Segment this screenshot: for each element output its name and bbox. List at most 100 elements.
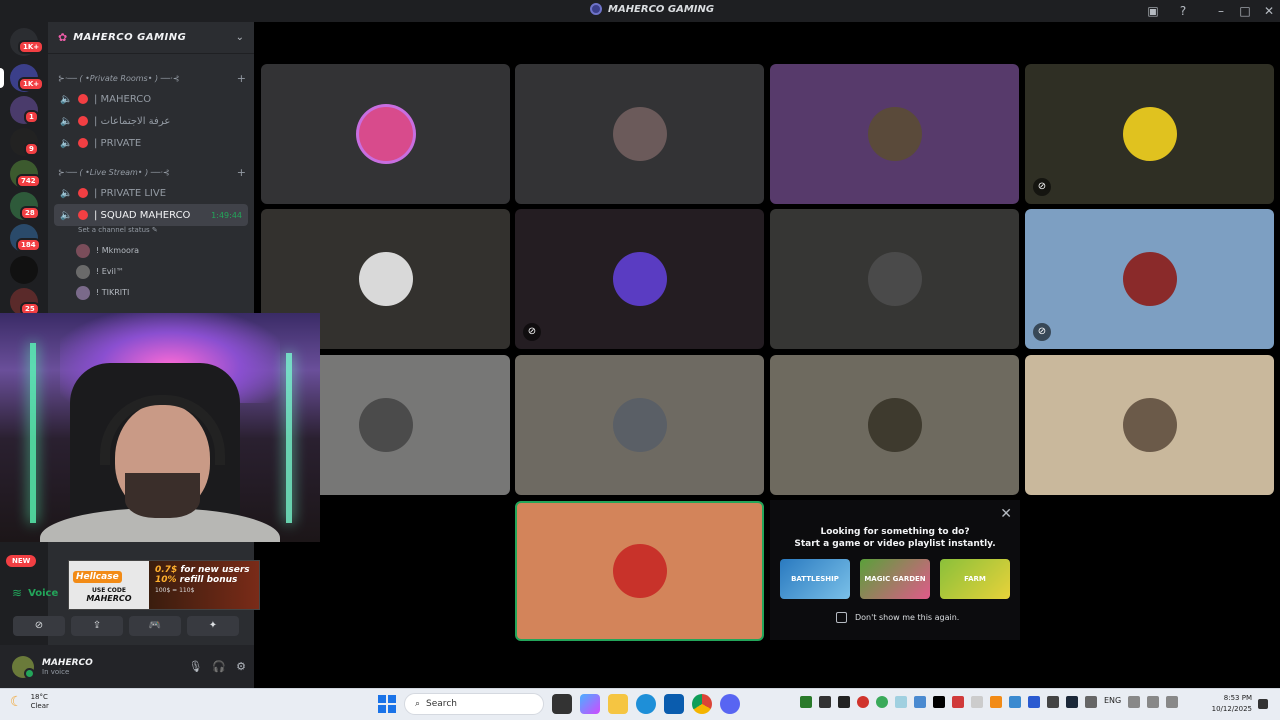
signal-icon[interactable]: ≋ — [12, 586, 22, 600]
channel-item-active[interactable]: 🔈 | SQUAD MAHERCO 1:49:44 — [54, 204, 248, 226]
tray-icon[interactable] — [914, 696, 926, 708]
video-tile[interactable]: ⊘ — [1025, 209, 1274, 349]
close-window-button[interactable]: ✕ — [1261, 3, 1277, 19]
guild-header[interactable]: ✿ MAHERCO GAMING ⌄ — [48, 22, 254, 54]
game-card[interactable]: FARM — [940, 559, 1010, 599]
user-controls: 🎙 🎧 ⚙ — [188, 660, 246, 673]
avatar — [612, 107, 667, 161]
tray-icon[interactable] — [819, 696, 831, 708]
edge-icon[interactable] — [636, 694, 656, 714]
tray-icon[interactable] — [895, 696, 907, 708]
game-card[interactable]: BATTLESHIP — [780, 559, 850, 599]
new-badge: NEW — [6, 555, 37, 567]
notification-icon[interactable] — [1258, 699, 1268, 709]
video-tile[interactable]: ⊘ — [1025, 64, 1274, 204]
tray-icon[interactable] — [952, 696, 964, 708]
chevron-down-icon[interactable]: ⌄ — [236, 32, 244, 43]
minimize-button[interactable]: – — [1213, 3, 1229, 19]
activity-button[interactable]: 🎮 — [129, 616, 181, 636]
server-item[interactable] — [10, 256, 38, 284]
category-label: ⊱·── ( •Live Stream• ) ──·⊰ — [58, 167, 170, 177]
display-icon[interactable] — [1128, 696, 1141, 708]
clock[interactable]: 8:53 PM 10/12/2025 — [1204, 693, 1252, 715]
channel-item[interactable]: 🔈 | عرفة الاجتماعات — [54, 110, 248, 132]
voice-user-name: ! TIKRITI — [96, 288, 130, 297]
tray-icon[interactable] — [838, 696, 850, 708]
tray-icon[interactable] — [990, 696, 1002, 708]
tray-icon[interactable] — [857, 696, 869, 708]
task-view-icon[interactable] — [552, 694, 572, 714]
add-channel-icon[interactable]: + — [237, 166, 246, 179]
copilot-icon[interactable] — [580, 694, 600, 714]
hellcase-ad: Hellcase USE CODE MAHERCO 0.7$ for new u… — [68, 560, 260, 610]
channel-label: | PRIVATE — [94, 137, 142, 149]
video-tile[interactable] — [1025, 355, 1274, 495]
volume-icon[interactable] — [1166, 696, 1179, 708]
avatar — [867, 252, 922, 306]
soundboard-button[interactable]: ✦ — [187, 616, 239, 636]
checkbox[interactable] — [836, 612, 847, 623]
language-indicator[interactable]: ENG — [1104, 696, 1121, 708]
close-icon[interactable]: ✕ — [1000, 506, 1012, 522]
bluetooth-icon[interactable] — [1028, 696, 1040, 708]
video-tile[interactable] — [770, 209, 1019, 349]
inbox-icon[interactable]: ▣ — [1145, 3, 1161, 19]
video-tile[interactable] — [261, 64, 510, 204]
voice-controls: ⊘ ⇪ 🎮 ✦ — [13, 616, 239, 636]
rail-badge: 28 — [20, 206, 40, 220]
camera-off-button[interactable]: ⊘ — [13, 616, 65, 636]
mic-icon[interactable] — [1085, 696, 1097, 708]
headphones-icon[interactable]: 🎧 — [212, 660, 226, 673]
tray-icon[interactable] — [933, 696, 945, 708]
mic-off-icon: ⊘ — [1033, 323, 1051, 341]
file-explorer-icon[interactable] — [608, 694, 628, 714]
tray-icon[interactable] — [971, 696, 983, 708]
mic-icon[interactable]: 🎙 — [188, 660, 202, 673]
windows-start-icon[interactable] — [378, 695, 396, 713]
search-icon: ⌕ — [415, 699, 421, 709]
voice-user[interactable]: ! TIKRITI — [48, 282, 254, 303]
channel-item[interactable]: 🔈 | MAHERCO — [54, 88, 248, 110]
gear-icon[interactable]: ⚙ — [236, 660, 246, 673]
user-bar: MAHERCO In voice 🎙 🎧 ⚙ — [0, 645, 254, 688]
chrome-icon[interactable] — [692, 694, 712, 714]
category-live-stream[interactable]: ⊱·── ( •Live Stream• ) ──·⊰ + — [48, 162, 254, 182]
voice-user-name: ! Evil™ — [96, 267, 124, 276]
discord-icon[interactable] — [720, 694, 740, 714]
game-card[interactable]: MAGIC GARDEN — [860, 559, 930, 599]
steam-icon[interactable] — [1066, 696, 1078, 708]
tray-icon[interactable] — [1047, 696, 1059, 708]
user-info[interactable]: MAHERCO In voice — [42, 658, 93, 676]
tray-icon[interactable] — [1009, 696, 1021, 708]
add-channel-icon[interactable]: + — [237, 72, 246, 85]
weather-widget[interactable]: ☾ 18°C Clear — [10, 693, 49, 711]
ad-line2: 10% refill bonus — [155, 575, 238, 585]
video-tile-self[interactable] — [515, 501, 764, 641]
channel-item[interactable]: 🔈 | PRIVATE — [54, 132, 248, 154]
search-input[interactable]: ⌕ Search — [404, 693, 544, 715]
wifi-icon[interactable] — [1147, 696, 1160, 708]
video-tile[interactable]: ⊘ — [515, 209, 764, 349]
category-private-rooms[interactable]: ⊱·── ( •Private Rooms• ) ──·⊰ + — [48, 68, 254, 88]
voice-user[interactable]: ! Mkmoora — [48, 240, 254, 261]
store-icon[interactable] — [664, 694, 684, 714]
voice-user[interactable]: ! Evil™ — [48, 261, 254, 282]
tray-icon[interactable] — [876, 696, 888, 708]
video-tile[interactable] — [515, 64, 764, 204]
webcam-overlay — [0, 313, 320, 542]
maximize-button[interactable]: □ — [1237, 3, 1253, 19]
help-icon[interactable]: ? — [1175, 3, 1191, 19]
led-light — [286, 353, 292, 523]
avatar — [612, 252, 667, 306]
channel-item[interactable]: 🔈 | PRIVATE LIVE — [54, 182, 248, 204]
avatar — [867, 398, 922, 452]
screen-share-button[interactable]: ⇪ — [71, 616, 123, 636]
avatar[interactable] — [12, 655, 35, 679]
video-tile[interactable] — [770, 355, 1019, 495]
channel-status-hint[interactable]: Set a channel status ✎ — [48, 226, 254, 240]
video-tile[interactable] — [770, 64, 1019, 204]
video-tile[interactable] — [515, 355, 764, 495]
nvidia-icon[interactable] — [800, 696, 812, 708]
ad-line1: 0.7$ for new users — [155, 565, 250, 575]
dont-show-checkbox[interactable]: Don't show me this again. — [836, 612, 959, 623]
